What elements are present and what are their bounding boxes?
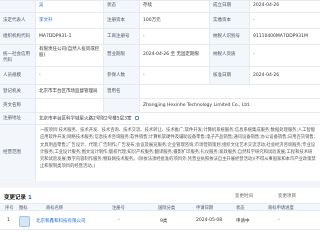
legal-rep-cell: 李文升 bbox=[36, 13, 104, 28]
field-value: Zhangjing Hexinhe Technology Limited Co.… bbox=[140, 99, 320, 112]
business-scope-row: 经营范围 一般项目:技术服务、技术开发、技术咨询、技术交流、技术转让、技术推广;… bbox=[0, 125, 320, 182]
section-count: 1 bbox=[28, 195, 32, 201]
field-value: - bbox=[140, 67, 210, 84]
field-value: 北京市丰台区市场监督管理局 bbox=[36, 85, 104, 98]
field-value: MA7DDP931-1 bbox=[36, 29, 104, 44]
field-label: 成立日期 bbox=[210, 1, 250, 12]
progress-value: - bbox=[278, 218, 280, 223]
field-value: - bbox=[250, 45, 320, 66]
field-label: 统一社会信用代码 bbox=[0, 45, 36, 66]
row-index: 1 bbox=[7, 218, 10, 223]
info-row: 注册地址 北京市丰台区科学城星火路2号院2号楼5层3室 bbox=[0, 113, 320, 125]
field-label: 注册资本 bbox=[104, 13, 140, 28]
reg-number: - bbox=[118, 218, 120, 223]
column-header: 注册号 bbox=[112, 206, 125, 211]
field-label: 纳税人识别号 bbox=[210, 29, 250, 44]
section-title-text: 变更记录 bbox=[4, 195, 27, 201]
trademark-thumbnail[interactable] bbox=[19, 216, 30, 227]
field-label: 核准日期 bbox=[210, 67, 250, 84]
sort-tab-item[interactable]: 变更项目 bbox=[278, 193, 296, 199]
map-icon[interactable] bbox=[134, 116, 139, 120]
field-value-text: 吴 bbox=[39, 3, 44, 8]
info-row: 人员规模 - 参保人数 - 核准日期 2024-04-26 bbox=[0, 67, 320, 85]
column-header: 国际分类 bbox=[158, 206, 176, 211]
field-value: 2024-04-26 bbox=[250, 1, 320, 12]
field-label: 登记机关 bbox=[0, 85, 36, 98]
field-label: 纳税人资质 bbox=[210, 45, 250, 66]
field-label: 注册地址 bbox=[0, 113, 36, 124]
column-header: 申请日期 bbox=[196, 206, 214, 211]
trademark-name-link[interactable]: 北京和鑫和科技有限公司 bbox=[36, 218, 86, 224]
legal-rep-link[interactable]: 李文升 bbox=[39, 18, 53, 23]
address-value: 北京市丰台区科学城星火路2号院2号楼5层3室 bbox=[36, 113, 320, 124]
business-scope-text: 一般项目:技术服务、技术开发、技术咨询、技术交流、技术转让、技术推广;软件开发;… bbox=[36, 125, 320, 182]
field-label: 组织机构代码 bbox=[0, 29, 36, 44]
field-label: 工商注册号 bbox=[104, 29, 140, 44]
status-value: 申请中 bbox=[236, 219, 250, 224]
info-row: 法定代表人 李文升 注册资本 100万元 实缴资本 - bbox=[0, 13, 320, 29]
field-label: 英文名称 bbox=[0, 99, 36, 112]
field-label: 人员规模 bbox=[0, 67, 36, 84]
field-label: 实缴资本 bbox=[210, 13, 250, 28]
column-header: 商标申请进度 bbox=[268, 206, 294, 211]
field-value: 2024-04-26 至 无固定期限 bbox=[140, 45, 210, 66]
column-header: 序号 bbox=[5, 206, 14, 211]
field-label: 参保人数 bbox=[104, 67, 140, 84]
field-label: 营业期限 bbox=[104, 45, 140, 66]
info-row: 英文名称 Zhangjing Hexinhe Technology Limite… bbox=[0, 99, 320, 113]
field-label bbox=[104, 99, 140, 112]
column-header: 状态 bbox=[236, 206, 245, 211]
info-row: 登记机关 北京市丰台区市场监督管理局 曾用名 bbox=[0, 85, 320, 99]
field-value: 存续 bbox=[140, 1, 210, 12]
field-label bbox=[0, 1, 36, 12]
column-header: 图标 bbox=[19, 206, 28, 211]
field-value: 100万元 bbox=[140, 13, 210, 28]
field-value bbox=[140, 85, 320, 98]
field-label: 状态 bbox=[104, 1, 140, 12]
class-value: 9类 bbox=[160, 219, 168, 224]
info-row: 统一社会信用代码 有限责任公司(自然人投资或控股) 营业期限 2024-04-2… bbox=[0, 45, 320, 67]
table-header: 序号 图标 商标名称 注册号 国际分类 申请日期 状态 商标申请进度 bbox=[0, 203, 320, 211]
field-value: 有限责任公司(自然人投资或控股) bbox=[36, 45, 104, 66]
apply-date: 2024-05-08 bbox=[196, 218, 223, 223]
section-title: 变更记录 1 bbox=[4, 193, 32, 201]
table-row[interactable]: 1 北京和鑫和科技有限公司 - 9类 2024-05-08 申请中 - bbox=[0, 212, 320, 230]
address-text: 北京市丰台区科学城星火路2号院2号楼5层3室 bbox=[39, 116, 132, 122]
field-value: 吴 bbox=[36, 1, 104, 12]
field-value: - bbox=[140, 29, 210, 44]
section-divider bbox=[0, 181, 320, 188]
column-header: 商标名称 bbox=[46, 206, 64, 211]
info-row: 吴 状态 存续 成立日期 2024-04-26 bbox=[0, 1, 320, 13]
field-value: - bbox=[36, 67, 104, 84]
company-info-table: 吴 状态 存续 成立日期 2024-04-26 法定代表人 李文升 注册资本 1… bbox=[0, 0, 320, 182]
field-value: 2024-04-26 bbox=[250, 67, 320, 84]
field-value: - bbox=[250, 13, 320, 28]
field-label: 法定代表人 bbox=[0, 13, 36, 28]
sort-tab-time[interactable]: 变更时间 bbox=[235, 193, 253, 199]
field-value bbox=[36, 99, 104, 112]
info-row: 组织机构代码 MA7DDP931-1 工商注册号 - 纳税人识别号 911104… bbox=[0, 29, 320, 45]
field-value: 91110400MA7DDP931M bbox=[250, 29, 320, 44]
field-label: 经营范围 bbox=[0, 125, 36, 182]
field-label: 曾用名 bbox=[104, 85, 140, 98]
